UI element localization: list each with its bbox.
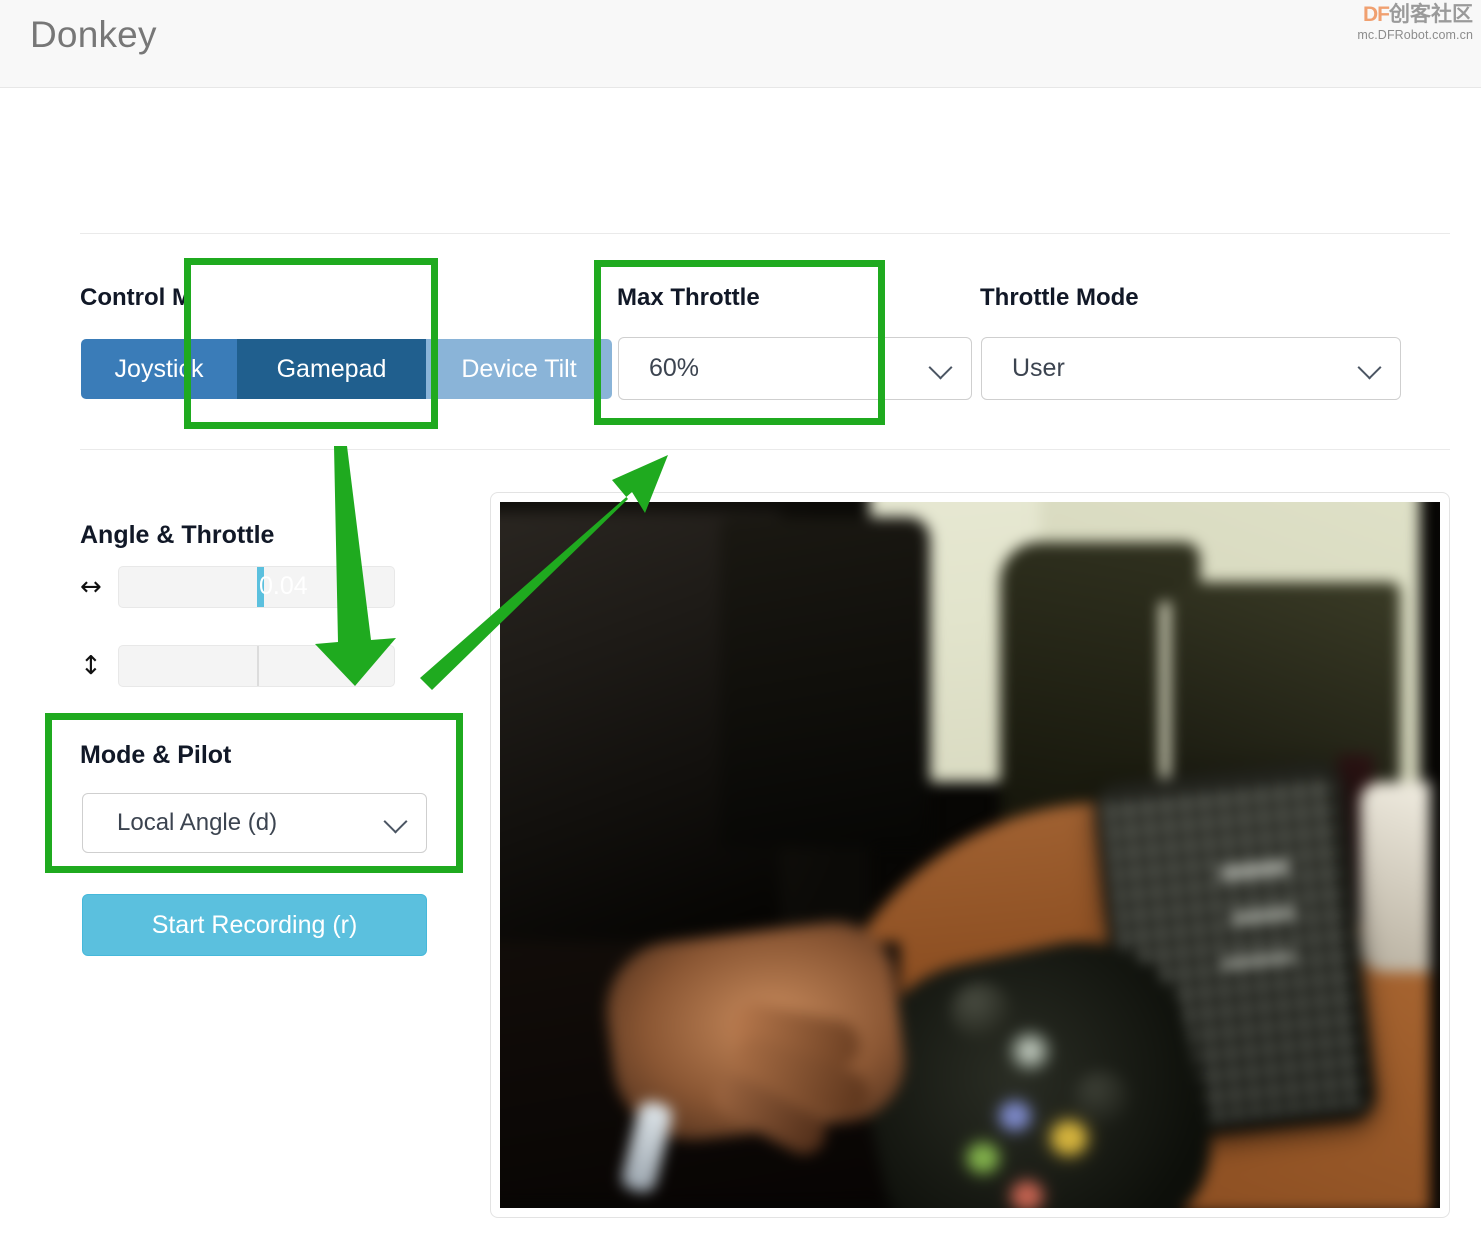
scene-white-object — [1360, 782, 1430, 972]
angle-slider-value: 0.04 — [259, 572, 308, 600]
horizontal-arrows-icon: ↔ — [80, 572, 102, 602]
watermark: DF创客社区 mc.DFRobot.com.cn — [1357, 3, 1473, 43]
angle-slider-row[interactable]: ↔ 0.04 — [80, 566, 395, 608]
scene-controller-button — [1000, 1102, 1030, 1130]
scene-controller-guide-button — [1008, 1030, 1052, 1072]
annotation-box-control-mode — [184, 258, 438, 429]
throttle-mode-select[interactable]: User — [981, 337, 1401, 400]
camera-feed — [500, 502, 1440, 1208]
throttle-slider[interactable] — [118, 645, 395, 687]
control-mode-device-tilt-button[interactable]: Device Tilt — [426, 339, 612, 399]
divider-top — [80, 233, 1450, 234]
annotation-box-mode-pilot — [45, 713, 463, 873]
watermark-cn: 创客社区 — [1389, 3, 1473, 26]
divider-middle — [80, 449, 1450, 450]
angle-throttle-heading: Angle & Throttle — [80, 521, 275, 549]
watermark-logo: DF创客社区 — [1357, 3, 1473, 26]
vertical-arrows-icon: ↕ — [80, 651, 102, 681]
scene-controller-button — [968, 1144, 998, 1172]
throttle-slider-row[interactable]: ↕ — [80, 645, 395, 687]
page-root: Donkey DF创客社区 mc.DFRobot.com.cn Control … — [0, 0, 1481, 1242]
app-brand[interactable]: Donkey — [30, 13, 157, 57]
throttle-mode-label: Throttle Mode — [980, 284, 1139, 311]
chevron-down-icon — [928, 354, 953, 380]
camera-scene — [500, 502, 1440, 1208]
scene-controller-button — [1012, 1182, 1042, 1208]
scene-controller-button — [1052, 1122, 1086, 1154]
scene-controller-stick — [1072, 1070, 1130, 1126]
watermark-df: DF — [1363, 3, 1390, 26]
scene-bag — [720, 517, 930, 847]
throttle-mode-value: User — [1012, 354, 1065, 382]
camera-panel — [490, 492, 1450, 1218]
annotation-box-max-throttle — [594, 260, 885, 425]
start-recording-button[interactable]: Start Recording (r) — [82, 894, 427, 956]
chevron-down-icon — [1357, 354, 1382, 380]
navbar: Donkey — [0, 0, 1481, 88]
angle-slider[interactable]: 0.04 — [118, 566, 395, 608]
watermark-url: mc.DFRobot.com.cn — [1357, 28, 1473, 43]
scene-controller-stick — [950, 982, 1012, 1040]
throttle-slider-handle[interactable] — [257, 646, 259, 686]
